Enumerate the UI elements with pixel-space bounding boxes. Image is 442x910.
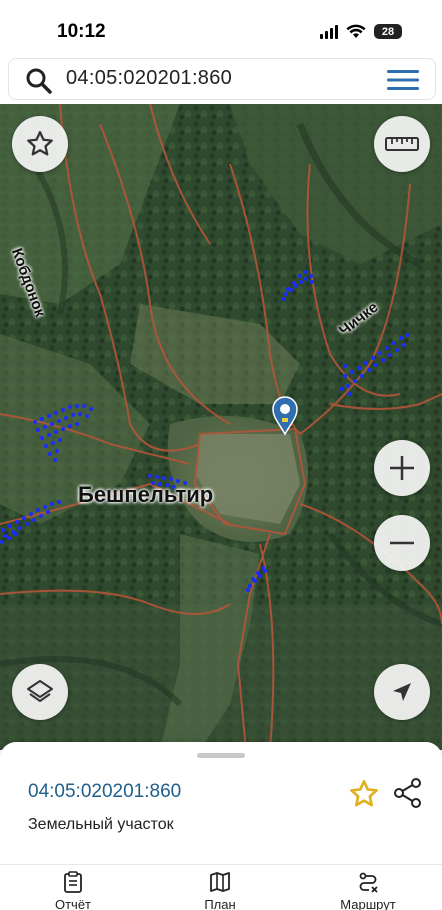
search-input[interactable]: 04:05:020201:860 (66, 67, 232, 90)
map-imagery (0, 104, 442, 750)
search-bar[interactable]: 04:05:020201:860 (8, 58, 436, 100)
cellular-signal-icon (320, 24, 338, 39)
wifi-icon (346, 24, 366, 38)
tab-route-label: Маршрут (340, 897, 396, 910)
menu-icon[interactable] (387, 68, 419, 92)
map-plan-icon (210, 872, 230, 892)
route-icon (359, 872, 378, 893)
ruler-button[interactable] (374, 116, 430, 172)
sheet-drag-handle[interactable] (197, 753, 245, 758)
layers-button[interactable] (12, 664, 68, 720)
zoom-out-button[interactable] (374, 515, 430, 571)
status-bar: 10:12 28 (0, 0, 442, 60)
tab-route[interactable]: Маршрут (318, 871, 418, 910)
report-icon (64, 871, 82, 893)
status-time: 10:12 (57, 21, 106, 42)
ruler-icon (385, 137, 419, 151)
parcel-cadastral-number: 04:05:020201:860 (28, 781, 182, 802)
navigation-arrow-icon (393, 683, 411, 701)
tab-report[interactable]: Отчёт (23, 871, 123, 910)
tab-report-label: Отчёт (54, 897, 92, 910)
tab-plan-label: План (204, 897, 236, 910)
search-icon[interactable] (25, 67, 53, 95)
minus-icon (390, 541, 414, 545)
favorite-star-icon[interactable] (348, 778, 380, 810)
bottom-tab-bar: Отчёт План Маршрут (0, 864, 442, 910)
plus-icon (390, 456, 414, 480)
parcel-type: Земельный участок (28, 816, 174, 833)
battery-icon: 28 (374, 24, 402, 39)
zoom-in-button[interactable] (374, 440, 430, 496)
status-icons: 28 (320, 24, 402, 39)
parcel-info-sheet[interactable]: 04:05:020201:860 Земельный участок (0, 742, 442, 864)
layers-icon (27, 680, 53, 702)
satellite-map[interactable]: Бешпельтир Кобдонок Чичке (0, 104, 442, 750)
star-outline-icon (27, 131, 53, 156)
favorites-button[interactable] (12, 116, 68, 172)
share-icon[interactable] (393, 777, 423, 809)
tab-plan[interactable]: План (170, 871, 270, 910)
my-location-button[interactable] (374, 664, 430, 720)
village-label: Бешпельтир (78, 482, 214, 507)
